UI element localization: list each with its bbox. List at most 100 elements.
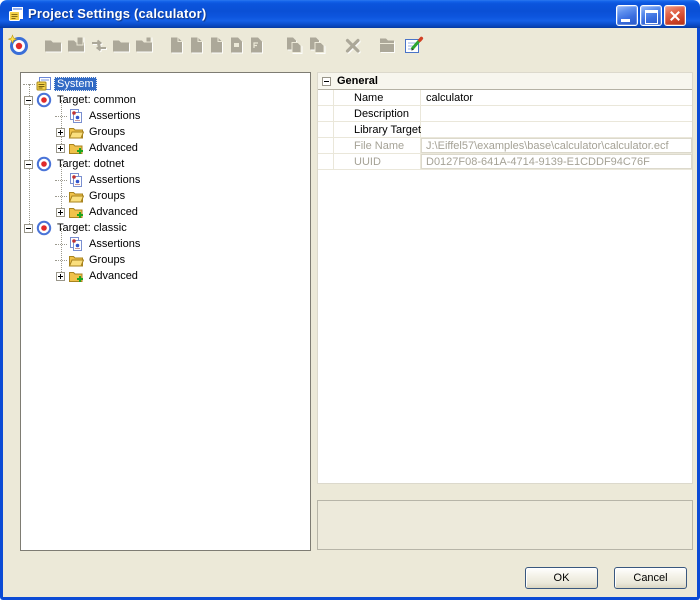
folder-icon [68,252,84,268]
row-gutter [318,106,334,121]
property-label: Description [334,106,421,121]
titlebar[interactable]: Project Settings (calculator) [0,0,700,28]
tree-connector [23,76,35,92]
tree-item-groups[interactable]: Groups [21,124,310,140]
tree-item-assertions[interactable]: Assertions [21,108,310,124]
ok-button[interactable]: OK [525,567,598,589]
tree-item-label: Groups [86,253,128,267]
package-icon[interactable] [376,34,398,56]
property-label: Name [334,90,421,105]
tree-item-advanced[interactable]: Advanced [21,140,310,156]
tree-item-groups[interactable]: Groups [21,188,310,204]
window-title: Project Settings (calculator) [28,6,206,21]
tree-item-label: Advanced [86,269,141,283]
tree-item-target-dotnet[interactable]: Target: dotnet [21,156,310,172]
folder-mark-icon[interactable] [133,34,155,56]
tree-item-label: Target: dotnet [54,157,127,171]
tree-item-assertions[interactable]: Assertions [21,172,310,188]
tree-item-target-common[interactable]: Target: common [21,92,310,108]
row-gutter [318,122,334,137]
target-icon [36,92,52,108]
property-value-field[interactable] [421,106,692,121]
expand-icon[interactable] [56,208,65,217]
advanced-folder-icon [68,204,84,220]
close-button[interactable] [664,5,686,26]
tree-item-groups[interactable]: Groups [21,252,310,268]
tree-item-label: Target: classic [54,221,130,235]
collapse-icon[interactable] [24,224,33,233]
tree-item-assertions[interactable]: Assertions [21,236,310,252]
target-icon [36,220,52,236]
property-row-uuid: UUID D0127F08-641A-4714-9139-E1CDDF94C76… [318,154,692,170]
tree-connector [55,188,67,204]
property-value-field[interactable] [421,122,692,137]
assertions-icon [68,236,84,252]
property-row-file-name: File Name J:\Eiffel57\examples\base\calc… [318,138,692,154]
tree-connector [55,124,67,140]
tree-item-label: Advanced [86,205,141,219]
project-settings-dialog: Project Settings (calculator) [0,0,700,600]
folder-page-icon[interactable] [65,34,87,56]
tree-connector [55,140,67,156]
tree-connector [55,252,67,268]
property-row-description: Description [318,106,692,122]
expand-icon[interactable] [56,272,65,281]
delete-x-icon[interactable] [342,34,364,56]
project-settings-icon [8,6,24,22]
property-row-name: Name calculator [318,90,692,106]
row-gutter [318,138,334,153]
tree-connector [55,268,67,284]
tree-item-label: Assertions [86,173,143,187]
property-label: Library Target [334,122,421,137]
settings-tree-panel: System Target: common Assertions [20,72,311,551]
tree-item-system[interactable]: System [21,76,310,92]
tree-item-label: Groups [86,125,128,139]
new-target-button[interactable] [7,34,29,56]
pages-icon[interactable] [283,34,305,56]
collapse-icon[interactable] [24,160,33,169]
page-flag-icon[interactable] [225,34,247,56]
tree-connector [55,108,67,124]
page-icon[interactable] [165,34,187,56]
tree-connector [23,156,35,172]
collapse-icon[interactable] [24,96,33,105]
property-row-library-target: Library Target [318,122,692,138]
edit-pencil-icon[interactable] [402,34,424,56]
tree-item-label: Target: common [54,93,139,107]
folder-icon [68,188,84,204]
collapse-icon[interactable] [322,77,331,86]
folder-icon[interactable] [42,34,64,56]
property-value-readonly: J:\Eiffel57\examples\base\calculator\cal… [421,138,692,153]
page-icon[interactable] [205,34,227,56]
section-header-general[interactable]: General [318,73,692,90]
minimize-button[interactable] [616,5,638,26]
target-icon [36,156,52,172]
tree-item-label: Groups [86,189,128,203]
tree-item-advanced[interactable]: Advanced [21,204,310,220]
tree-connector [23,220,35,236]
maximize-button[interactable] [640,5,662,26]
settings-tree: System Target: common Assertions [21,73,310,550]
transfer-arrows-icon[interactable] [88,34,110,56]
tree-item-target-classic[interactable]: Target: classic [21,220,310,236]
tree-item-label: Assertions [86,109,143,123]
property-grid: General Name calculator Description Libr… [317,72,693,484]
expand-icon[interactable] [56,128,65,137]
cancel-button[interactable]: Cancel [614,567,687,589]
property-label: UUID [334,154,421,169]
assertions-icon [68,172,84,188]
tree-connector [55,172,67,188]
advanced-folder-icon [68,140,84,156]
tree-item-label: System [54,77,97,91]
pages-icon[interactable] [306,34,328,56]
expand-icon[interactable] [56,144,65,153]
property-value-field[interactable]: calculator [421,90,692,105]
tree-item-label: Assertions [86,237,143,251]
assertions-icon [68,108,84,124]
folder-icon[interactable] [110,34,132,56]
toolbar [0,30,700,62]
page-f-icon[interactable] [245,34,267,56]
property-value-readonly: D0127F08-641A-4714-9139-E1CDDF94C76F [421,154,692,169]
tree-item-advanced[interactable]: Advanced [21,268,310,284]
page-icon[interactable] [185,34,207,56]
